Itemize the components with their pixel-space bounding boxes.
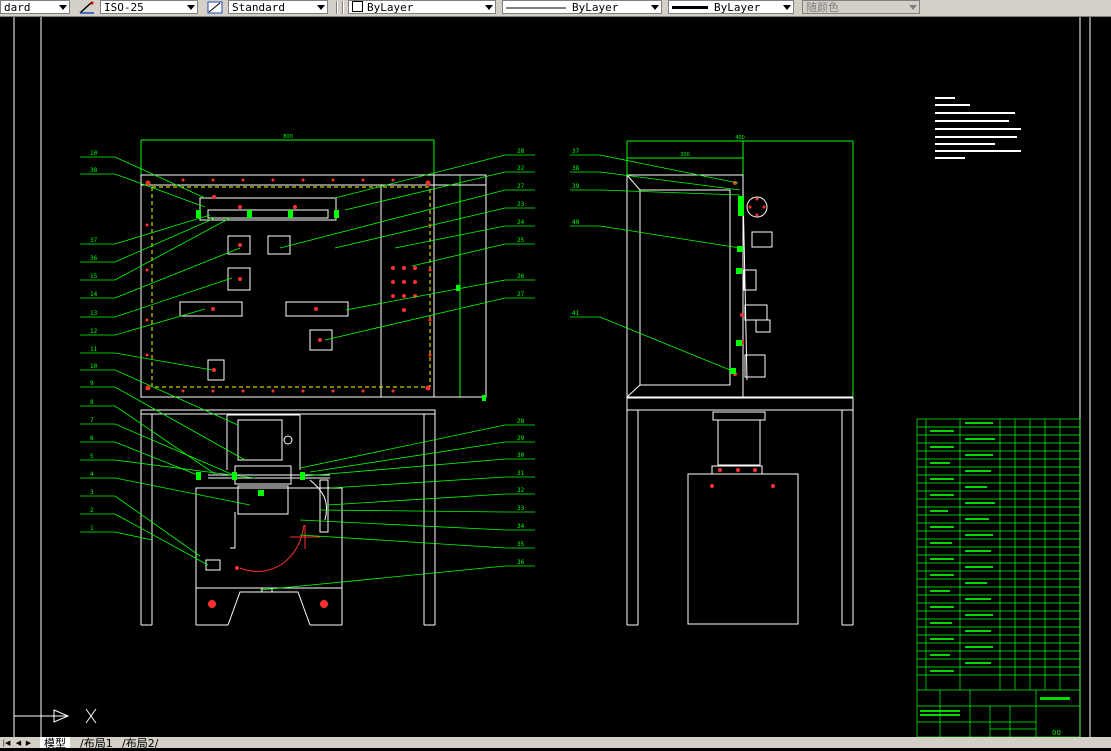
part-label: 7 bbox=[90, 417, 94, 424]
linetype-sample bbox=[506, 7, 566, 8]
part-label: 2 bbox=[90, 507, 94, 514]
linetype-combo[interactable]: ByLayer bbox=[502, 0, 662, 14]
chevron-down-icon[interactable] bbox=[317, 5, 325, 10]
plot-style-value: 随颜色 bbox=[806, 1, 839, 14]
chevron-down-icon[interactable] bbox=[651, 5, 659, 10]
part-label: 31 bbox=[517, 470, 525, 477]
dimension-text: 400 bbox=[735, 135, 745, 141]
part-label: 4 bbox=[90, 471, 94, 478]
part-label: 39 bbox=[572, 183, 580, 190]
drawing-canvas[interactable]: 8 00 10 38 37 36 15 14 13 12 11 10 9 8 7 … bbox=[0, 17, 1111, 737]
tab-layout2[interactable]: /布局2/ bbox=[118, 737, 162, 750]
dimension-style-icon[interactable] bbox=[78, 0, 96, 15]
lineweight-combo[interactable]: ByLayer bbox=[668, 0, 794, 14]
part-label: 3 bbox=[90, 489, 94, 496]
table-style-icon[interactable] bbox=[206, 0, 224, 15]
part-label: 37 bbox=[572, 148, 580, 155]
tab-first-icon[interactable]: |◀ bbox=[2, 739, 11, 748]
part-label: 6 bbox=[90, 435, 94, 442]
part-label: 32 bbox=[517, 487, 525, 494]
layout-tabs: |◀ ◀ ▶ 模型 /布局1 /布局2/ bbox=[0, 737, 1111, 750]
part-label: 15 bbox=[90, 273, 98, 280]
dimension-style-value: ISO-25 bbox=[104, 1, 144, 14]
part-label: 27 bbox=[517, 291, 525, 298]
text-style-value: dard bbox=[4, 1, 31, 14]
chevron-down-icon[interactable] bbox=[783, 5, 791, 10]
color-swatch bbox=[352, 1, 363, 12]
part-label: 28 bbox=[517, 148, 525, 155]
table-style-value: Standard bbox=[232, 1, 285, 14]
part-label: 12 bbox=[90, 328, 98, 335]
part-label: 10 bbox=[90, 150, 98, 157]
part-label: 30 bbox=[517, 452, 525, 459]
part-label: 35 bbox=[517, 541, 525, 548]
lineweight-value: ByLayer bbox=[714, 1, 761, 14]
part-label: 36 bbox=[517, 559, 525, 566]
part-label: 40 bbox=[572, 219, 580, 226]
dimension-text: 300 bbox=[680, 152, 690, 158]
part-label: 29 bbox=[517, 435, 525, 442]
part-label: 22 bbox=[517, 165, 525, 172]
tab-model-label: 模型 bbox=[44, 737, 66, 750]
part-label: 38 bbox=[572, 165, 580, 172]
chevron-down-icon[interactable] bbox=[59, 5, 67, 10]
part-label: 25 bbox=[517, 237, 525, 244]
part-label: 33 bbox=[517, 505, 525, 512]
tab-layout2-label: 布局2 bbox=[125, 737, 155, 750]
part-label: 37 bbox=[90, 237, 98, 244]
dimension-text: 800 bbox=[283, 134, 293, 140]
table-style-combo[interactable]: Standard bbox=[228, 0, 328, 14]
toolbar-separator bbox=[342, 1, 344, 14]
chevron-down-icon[interactable] bbox=[485, 5, 493, 10]
part-label: 13 bbox=[90, 310, 98, 317]
tab-model[interactable]: 模型 bbox=[40, 737, 70, 750]
front-view[interactable]: 800 bbox=[80, 134, 535, 626]
tab-layout1[interactable]: /布局1 bbox=[76, 737, 117, 750]
part-label: 11 bbox=[90, 346, 98, 353]
tab-layout1-label: 布局1 bbox=[83, 737, 113, 750]
part-label: 41 bbox=[572, 310, 580, 317]
chevron-down-icon bbox=[909, 5, 917, 10]
lineweight-sample bbox=[672, 6, 708, 9]
part-label: 36 bbox=[90, 255, 98, 262]
drawing-code: 00 bbox=[1052, 729, 1061, 737]
part-label: 8 bbox=[90, 399, 94, 406]
color-combo[interactable]: ByLayer bbox=[348, 0, 496, 14]
part-label: 34 bbox=[517, 523, 525, 530]
title-block bbox=[916, 418, 1081, 737]
part-label: 28 bbox=[517, 418, 525, 425]
plot-style-combo: 随颜色 bbox=[802, 0, 920, 14]
dimension-style-combo[interactable]: ISO-25 bbox=[100, 0, 198, 14]
technical-notes bbox=[935, 97, 1021, 159]
part-label: 27 bbox=[517, 183, 525, 190]
toolbar-separator bbox=[336, 1, 338, 14]
properties-toolbar: dard ISO-25 Standard ByLayer ByLayer ByL… bbox=[0, 0, 1111, 17]
color-value: ByLayer bbox=[367, 1, 414, 14]
part-label: 23 bbox=[517, 201, 525, 208]
ucs-icon bbox=[14, 708, 97, 724]
part-label: 24 bbox=[517, 219, 525, 226]
chevron-down-icon[interactable] bbox=[187, 5, 195, 10]
part-label: 5 bbox=[90, 453, 94, 460]
part-label: 1 bbox=[90, 525, 94, 532]
text-style-combo[interactable]: dard bbox=[0, 0, 70, 14]
tab-next-icon[interactable]: ▶ bbox=[24, 739, 33, 748]
part-label: 38 bbox=[90, 167, 98, 174]
tab-prev-icon[interactable]: ◀ bbox=[14, 739, 23, 748]
linetype-value: ByLayer bbox=[572, 1, 619, 14]
part-label: 10 bbox=[90, 363, 98, 370]
part-label: 9 bbox=[90, 380, 94, 387]
part-label: 26 bbox=[517, 273, 525, 280]
side-view[interactable]: 400 300 37 38 39 40 41 bbox=[570, 135, 854, 626]
part-label: 14 bbox=[90, 291, 98, 298]
